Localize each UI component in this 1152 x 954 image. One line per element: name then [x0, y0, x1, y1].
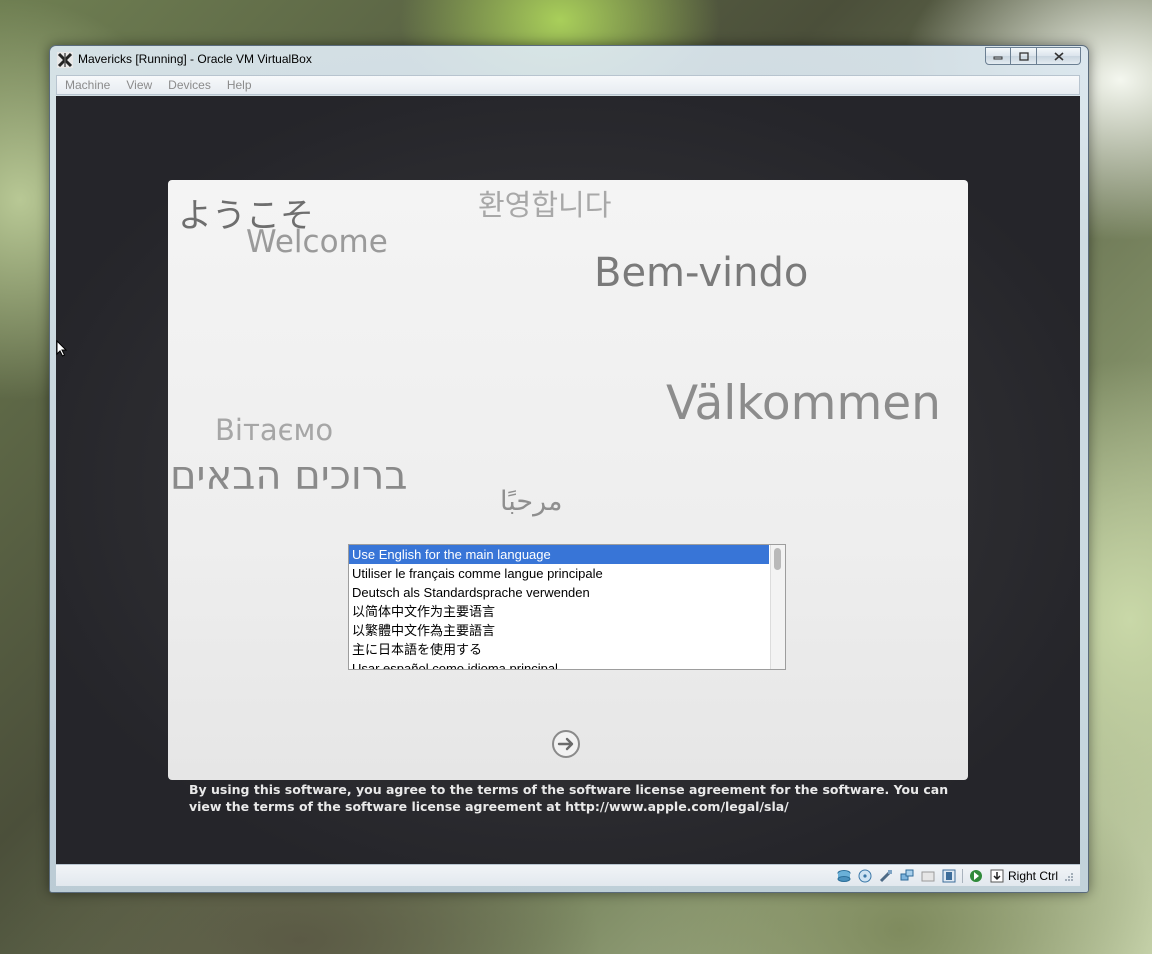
maximize-icon [1018, 51, 1029, 61]
greeting-ukrainian: Вітаємо [215, 413, 334, 447]
window-title: Mavericks [Running] - Oracle VM VirtualB… [78, 52, 312, 66]
status-bar: Right Ctrl [56, 864, 1080, 886]
language-option-traditional-chinese[interactable]: 以繁體中文作為主要語言 [349, 621, 769, 640]
menu-view[interactable]: View [118, 76, 160, 94]
window-controls [985, 47, 1081, 67]
language-option-spanish[interactable]: Usar español como idioma principal [349, 659, 769, 669]
language-list[interactable]: Use English for the main language Utilis… [348, 544, 786, 670]
host-key-label: Right Ctrl [1007, 869, 1058, 883]
minimize-icon [993, 56, 1003, 60]
menu-devices[interactable]: Devices [160, 76, 219, 94]
language-list-scrollbar[interactable] [770, 545, 785, 669]
menu-bar: Machine View Devices Help [56, 75, 1080, 95]
language-option-french[interactable]: Utiliser le français comme langue princi… [349, 564, 769, 583]
greeting-swedish: Välkommen [666, 376, 941, 431]
minimize-button[interactable] [985, 47, 1011, 65]
virtualbox-app-icon [57, 52, 73, 68]
language-option-english[interactable]: Use English for the main language [349, 545, 769, 564]
scrollbar-thumb[interactable] [774, 548, 781, 570]
title-bar[interactable]: Mavericks [Running] - Oracle VM VirtualB… [50, 46, 1088, 74]
status-separator [961, 869, 963, 883]
greeting-portuguese: Bem-vindo [594, 250, 809, 296]
status-indicators: Right Ctrl [831, 867, 1074, 885]
language-option-japanese[interactable]: 主に日本語を使用する [349, 640, 769, 659]
language-option-german[interactable]: Deutsch als Standardsprache verwenden [349, 583, 769, 602]
shared-folder-icon[interactable] [920, 868, 936, 884]
network-icon[interactable] [899, 868, 915, 884]
license-notice: By using this software, you agree to the… [189, 782, 949, 814]
greeting-english: Welcome [246, 224, 388, 260]
mouse-cursor-icon [56, 340, 68, 357]
menu-help[interactable]: Help [219, 76, 260, 94]
optical-drive-icon[interactable] [857, 868, 873, 884]
mouse-integration-icon[interactable] [968, 868, 984, 884]
display-icon[interactable] [941, 868, 957, 884]
greeting-hebrew: ברוכים הבאים [170, 453, 408, 499]
keyboard-capture-icon[interactable] [989, 868, 1005, 884]
continue-arrow-button[interactable] [551, 729, 581, 759]
maximize-button[interactable] [1011, 47, 1037, 65]
greeting-arabic: مرحبًا [500, 486, 563, 517]
menu-machine[interactable]: Machine [57, 76, 118, 94]
language-option-simplified-chinese[interactable]: 以简体中文作为主要语言 [349, 602, 769, 621]
welcome-panel: ようこそ Welcome 환영합니다 Bem-vindo Välkommen В… [168, 180, 968, 780]
resize-grip-icon[interactable] [1064, 870, 1074, 882]
hard-disk-icon[interactable] [836, 868, 852, 884]
greeting-korean: 환영합니다 [478, 188, 612, 222]
close-icon [1053, 51, 1064, 61]
vm-display[interactable]: ようこそ Welcome 환영합니다 Bem-vindo Välkommen В… [56, 96, 1080, 864]
close-button[interactable] [1037, 47, 1081, 65]
usb-icon[interactable] [878, 868, 894, 884]
virtualbox-window: Mavericks [Running] - Oracle VM VirtualB… [49, 45, 1089, 893]
